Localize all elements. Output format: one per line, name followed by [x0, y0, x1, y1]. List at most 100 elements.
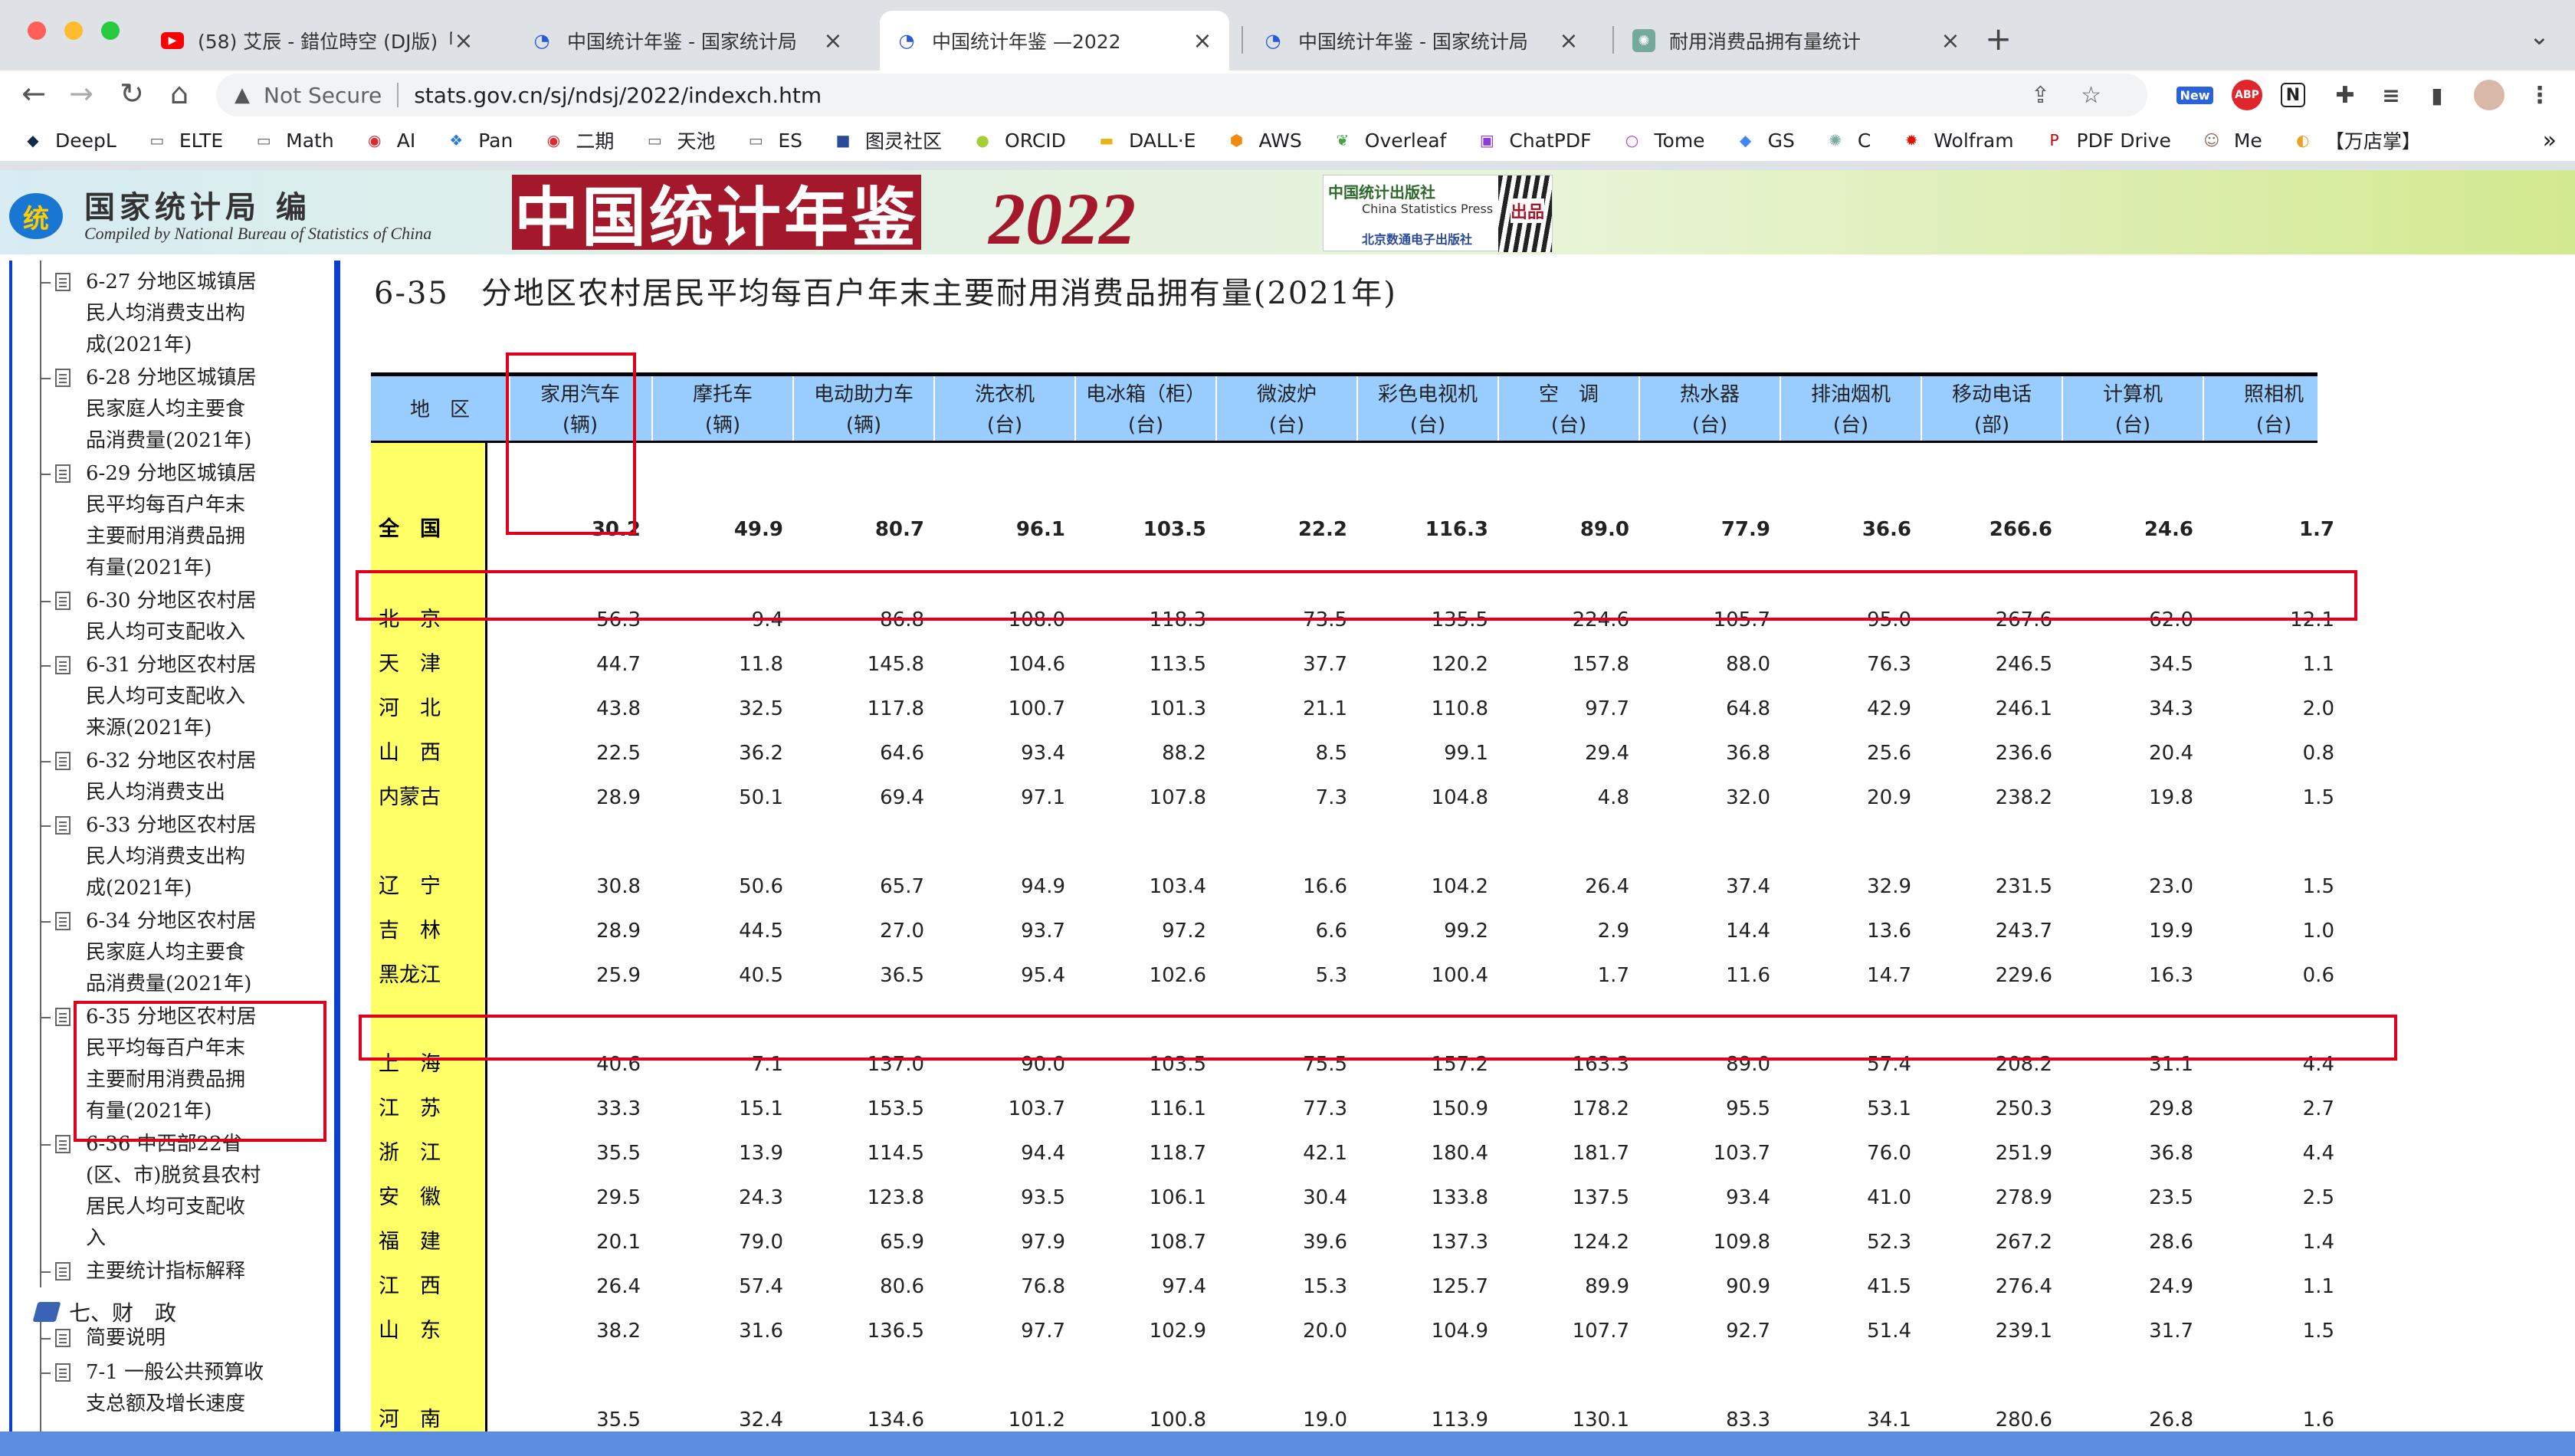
table-cell: 88.2 — [1162, 742, 1206, 765]
maximize-window-icon[interactable] — [101, 21, 120, 40]
new-tab-button[interactable]: + — [1985, 20, 2012, 57]
close-tab-icon[interactable]: × — [822, 28, 845, 54]
bookmark-item[interactable]: ■ 图灵社区 — [832, 126, 942, 154]
table-cell: 39.6 — [1303, 1231, 1347, 1254]
bookmark-icon: ✺ — [1829, 131, 1842, 149]
banner-org-en: Compiled by National Bureau of Statistic… — [84, 224, 432, 243]
table-cell: 137.3 — [1431, 1231, 1488, 1254]
adblock-icon[interactable]: ABP — [2232, 80, 2262, 110]
toc-item-line: 6-27 分地区城镇居 — [86, 271, 257, 293]
table-cell: 35.5 — [596, 1142, 641, 1165]
tab-4[interactable]: ✺ 耐用消费品拥有量统计 × — [1617, 11, 1977, 71]
document-icon — [55, 273, 71, 291]
toc-item[interactable]: 6-27 分地区城镇居 民人均消费支出构 成(2021年) — [40, 267, 334, 361]
bookmark-icon: ⬢ — [1229, 131, 1244, 149]
column-name: 照相机 — [2243, 383, 2304, 406]
bookmark-item[interactable]: ▭ Math — [252, 130, 334, 152]
bookmark-item[interactable]: ⬢ AWS — [1225, 130, 1302, 152]
share-and-bookmark-icons[interactable]: ⇪☆ — [2031, 82, 2132, 109]
tab-0[interactable]: ▶ (58) 艾辰 - 錯位時空 (DJ版)「我 × — [146, 11, 490, 71]
toc-item[interactable]: 主要统计指标解释 — [40, 1256, 334, 1287]
bookmark-item[interactable]: ▭ 天池 — [643, 126, 715, 154]
new-extension-icon[interactable]: New — [2176, 80, 2213, 110]
avatar[interactable] — [2474, 80, 2504, 110]
bookmark-item[interactable]: ▭ ELTE — [146, 130, 223, 152]
table-cell: 25.9 — [596, 964, 641, 987]
bookmark-item[interactable]: ○ Tome — [1621, 130, 1705, 152]
bookmark-item[interactable]: ▭ ES — [744, 130, 802, 152]
youtube-icon: ▶ — [161, 32, 184, 49]
bookmark-item[interactable]: ◆ DeepL — [21, 130, 116, 152]
toc-item[interactable]: 6-34 分地区农村居 民家庭人均主要食 品消费量(2021年) — [40, 906, 334, 1000]
close-tab-icon[interactable]: × — [1939, 28, 1962, 54]
table-cell: 29.8 — [2149, 1097, 2193, 1120]
tab-search-chevron-icon[interactable]: ⌄ — [2529, 21, 2550, 51]
bookmark-item[interactable]: ◉ 二期 — [542, 126, 615, 154]
bookmark-item[interactable]: ✹ Wolfram — [1900, 130, 2014, 152]
horizontal-scrollbar[interactable] — [0, 1431, 2575, 1456]
bookmark-item[interactable]: ☺ Me — [2200, 130, 2262, 152]
table-cell: 36.2 — [739, 742, 783, 765]
back-icon[interactable]: ← — [15, 77, 52, 110]
reload-icon[interactable]: ↻ — [113, 77, 150, 110]
toc-item[interactable]: 7-1 一般公共预算收 支总额及增长速度 — [40, 1357, 334, 1420]
nbs-logo-icon: ◔ — [1265, 30, 1281, 51]
table-cell: 97.7 — [1585, 697, 1629, 720]
home-icon[interactable]: ⌂ — [161, 77, 198, 110]
table-cell: 4.4 — [2302, 1142, 2334, 1165]
minimize-window-icon[interactable] — [64, 21, 83, 40]
close-tab-icon[interactable]: × — [452, 28, 475, 54]
toc-sidebar[interactable]: 6-27 分地区城镇居 民人均消费支出构 成(2021年) 6-28 分地区城镇居 民家… — [9, 261, 340, 1431]
bookmark-item[interactable]: ❦ Overleaf — [1331, 130, 1446, 152]
bookmark-item[interactable]: ◐ 【万店掌】 — [2291, 126, 2421, 154]
tab-3[interactable]: ◔ 中国统计年鉴 - 国家统计局 × — [1246, 11, 1596, 71]
table-cell: 238.2 — [1995, 786, 2052, 809]
bookmarks-more-icon[interactable]: » — [2543, 127, 2557, 154]
table-cell: 2.7 — [2302, 1097, 2334, 1120]
bookmark-label: 【万店掌】 — [2324, 130, 2421, 152]
url-text[interactable]: stats.gov.cn/sj/ndsj/2022/indexch.htm — [414, 83, 822, 108]
toc-item[interactable]: 6-33 分地区农村居 民人均消费支出构 成(2021年) — [40, 810, 334, 904]
tab-1[interactable]: ◔ 中国统计年鉴 - 国家统计局 × — [515, 11, 860, 71]
toc-item[interactable]: 简要说明 — [40, 1323, 334, 1354]
side-panel-icon[interactable]: ▮ — [2422, 80, 2452, 110]
table-cell: 16.3 — [2149, 964, 2193, 987]
toc-item[interactable]: 6-30 分地区农村居 民人均可支配收入 — [40, 585, 334, 648]
bookmark-item[interactable]: ▣ ChatPDF — [1475, 130, 1592, 152]
bookmark-item[interactable]: ● ORCID — [971, 130, 1066, 152]
address-bar[interactable]: ▲ Not Secure stats.gov.cn/sj/ndsj/2022/i… — [216, 74, 2147, 116]
toc-chapter[interactable]: 七、财 政 — [32, 1297, 176, 1327]
table-cell: 32.4 — [739, 1408, 783, 1431]
bookmark-label: Pan — [478, 129, 513, 152]
forward-icon[interactable]: → — [63, 77, 100, 110]
toc-item-line: 来源(2021年) — [86, 717, 212, 739]
table-cell: 1.7 — [2298, 518, 2334, 541]
bookmark-item[interactable]: ❖ Pan — [444, 130, 513, 152]
close-tab-icon[interactable]: × — [1191, 28, 1214, 54]
toc-item[interactable]: 6-31 分地区农村居 民人均可支配收入 来源(2021年) — [40, 650, 334, 744]
tab-2[interactable]: ◔ 中国统计年鉴 —2022 × — [880, 11, 1229, 71]
table-cell: 24.9 — [2149, 1275, 2193, 1298]
menu-icon[interactable]: ⋮ — [2524, 80, 2555, 110]
toc-item[interactable]: 6-36 中西部22省 (区、市)脱贫县农村 居民人均可支配收入 — [40, 1129, 334, 1254]
bookmark-item[interactable]: ✺ C — [1824, 130, 1871, 152]
table-cell: 19.0 — [1303, 1408, 1347, 1431]
media-icon[interactable]: ≡ — [2376, 80, 2406, 110]
toc-item[interactable]: 6-32 分地区农村居 民人均消费支出 — [40, 746, 334, 808]
toc-item-line: 7-1 一般公共预算收 — [86, 1361, 264, 1384]
puzzle-icon[interactable]: ✚ — [2330, 80, 2360, 110]
bookmark-icon: ▬ — [1099, 131, 1114, 149]
close-tab-icon[interactable]: × — [1557, 28, 1580, 54]
close-window-icon[interactable] — [28, 21, 46, 40]
toc-item[interactable]: 6-28 分地区城镇居 民家庭人均主要食 品消费量(2021年) — [40, 362, 334, 457]
notion-icon[interactable]: N — [2281, 83, 2305, 107]
nbs-logo-icon: 统 — [9, 193, 63, 239]
bookmark-item[interactable]: ▬ DALL·E — [1095, 130, 1196, 152]
column-unit: (台) — [2255, 414, 2292, 437]
bookmark-item[interactable]: ◉ AI — [363, 130, 415, 152]
bookmark-item[interactable]: ◆ GS — [1734, 130, 1795, 152]
warning-icon[interactable]: ▲ — [235, 84, 250, 107]
bookmark-item[interactable]: P PDF Drive — [2043, 130, 2171, 152]
toc-item[interactable]: 6-29 分地区城镇居 民平均每百户年末 主要耐用消费品拥 有量(2021年) — [40, 458, 334, 584]
table-cell: 100.4 — [1431, 964, 1488, 987]
